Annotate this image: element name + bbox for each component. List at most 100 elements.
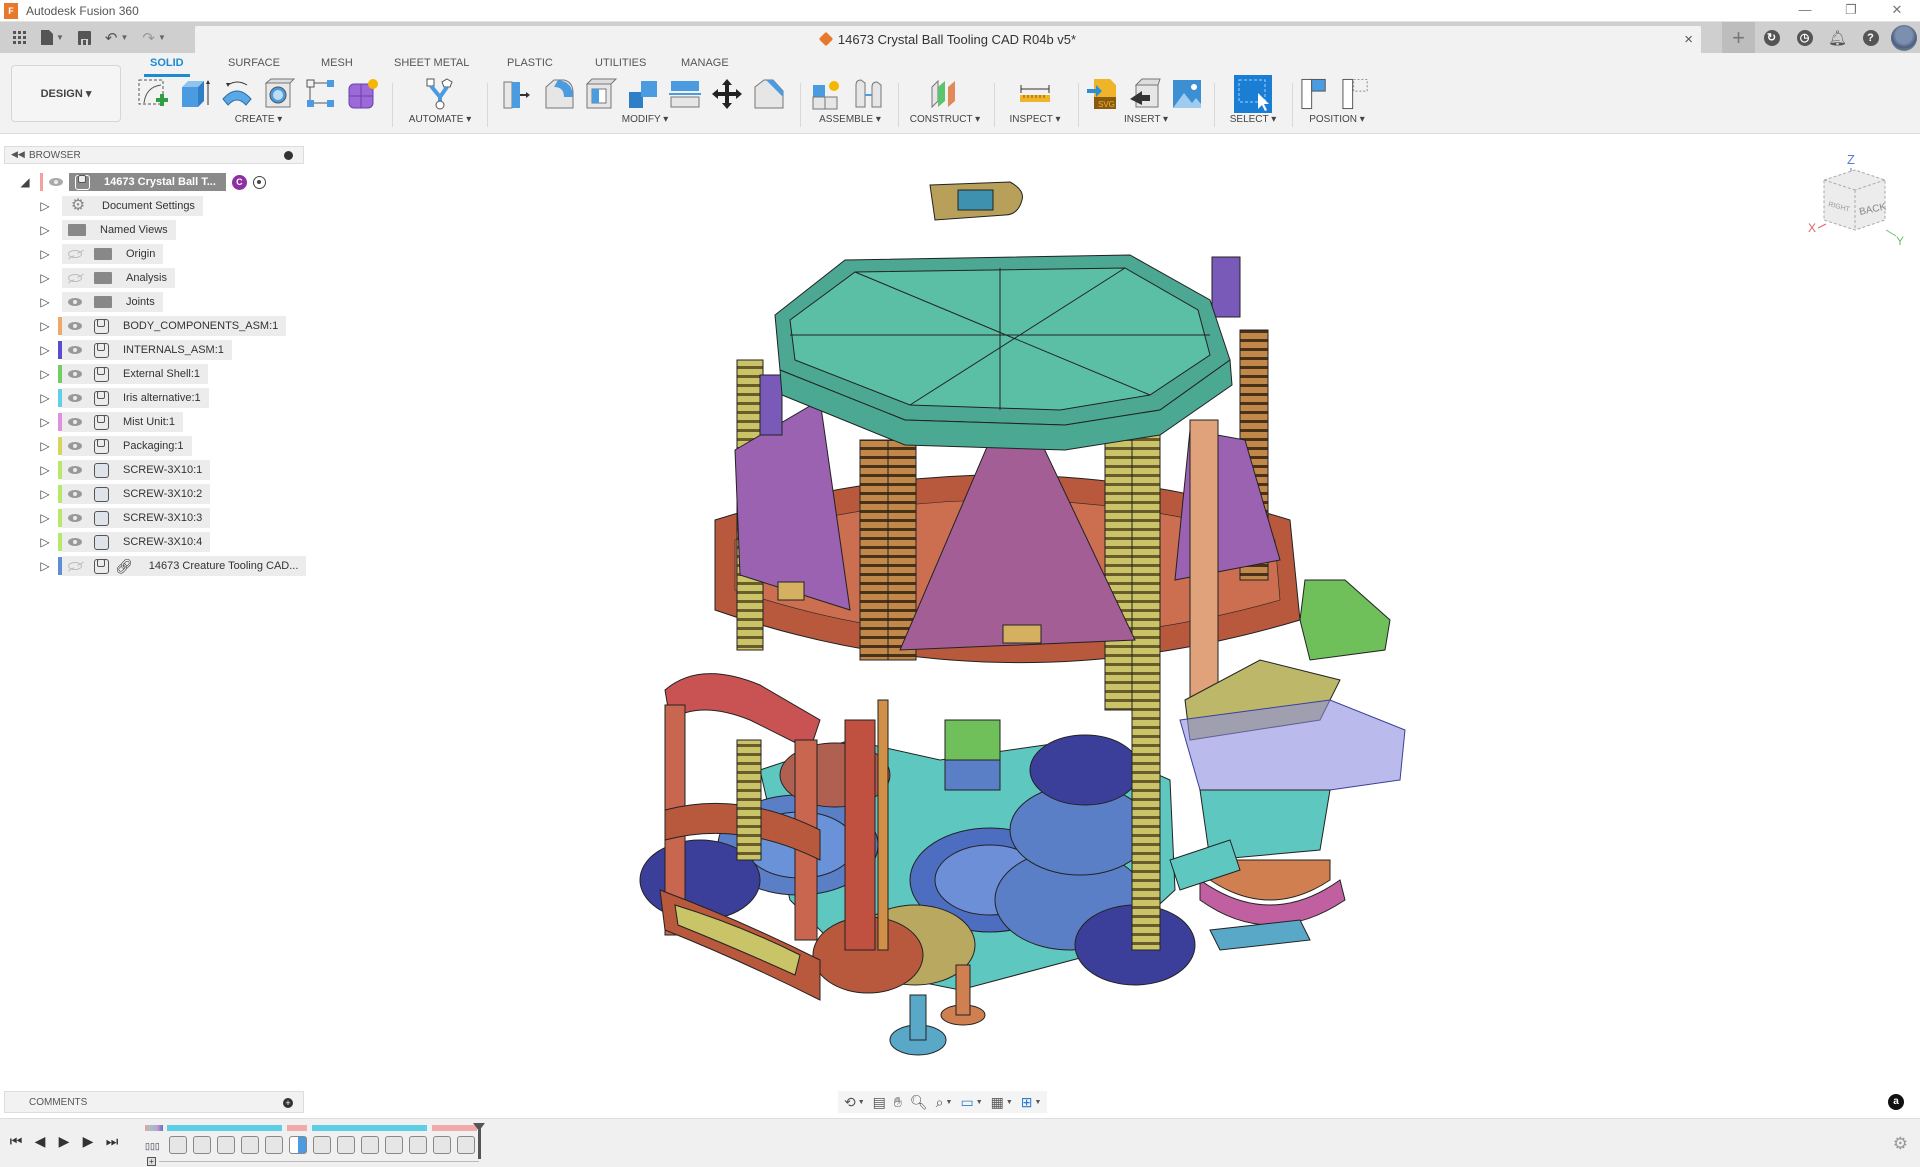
browser-item[interactable]: ▷ Joints bbox=[38, 292, 163, 312]
visibility-eye-icon[interactable] bbox=[68, 322, 82, 330]
visibility-eye-icon[interactable] bbox=[68, 442, 82, 450]
move-copy-icon[interactable] bbox=[710, 77, 744, 111]
hole-icon[interactable] bbox=[262, 77, 296, 111]
chamfer-icon[interactable] bbox=[752, 77, 786, 111]
canvas-viewport[interactable]: Z BACK RIGHT X Y bbox=[0, 135, 1920, 1080]
job-status-button[interactable]: ◷ bbox=[1788, 22, 1821, 53]
collapse-triangle-icon[interactable]: ◢ bbox=[18, 175, 32, 189]
timeline-feature-motion-link[interactable] bbox=[313, 1136, 331, 1154]
assembly-model[interactable] bbox=[0, 135, 1920, 1080]
press-pull-icon[interactable] bbox=[500, 77, 534, 111]
insert-derive-icon[interactable] bbox=[1128, 77, 1162, 111]
browser-item[interactable]: ▷ Packaging:1 bbox=[38, 436, 192, 456]
new-tab-button[interactable]: + bbox=[1722, 22, 1755, 53]
help-button[interactable]: ? bbox=[1854, 22, 1887, 53]
expand-triangle-icon[interactable]: ▷ bbox=[38, 463, 52, 477]
visibility-eye-icon[interactable] bbox=[68, 394, 82, 402]
step-back-button[interactable]: ◀ bbox=[32, 1133, 48, 1150]
timeline-feature-joint[interactable] bbox=[169, 1136, 187, 1154]
close-document-button[interactable]: × bbox=[1684, 31, 1693, 48]
select-icon[interactable] bbox=[1234, 75, 1272, 113]
zoom-button[interactable]: 🔍︎ bbox=[908, 1092, 930, 1112]
expand-triangle-icon[interactable]: ▷ bbox=[38, 439, 52, 453]
visibility-eye-icon[interactable] bbox=[68, 298, 82, 306]
expand-timeline-button[interactable]: + bbox=[147, 1157, 156, 1166]
timeline-feature-joint[interactable] bbox=[265, 1136, 283, 1154]
expand-triangle-icon[interactable]: ▷ bbox=[38, 391, 52, 405]
save-button[interactable] bbox=[73, 27, 96, 49]
tab-mesh[interactable]: MESH bbox=[321, 57, 353, 69]
browser-item[interactable]: ▷ ⚙ Document Settings bbox=[38, 196, 203, 216]
browser-item[interactable]: ▷ SCREW-3X10:1 bbox=[38, 460, 211, 480]
timeline-feature-rigid-group[interactable] bbox=[457, 1136, 475, 1154]
visibility-eye-icon[interactable] bbox=[68, 490, 82, 498]
create-form-icon[interactable] bbox=[346, 77, 380, 111]
timeline-group-bar[interactable] bbox=[432, 1125, 477, 1131]
visibility-eye-icon[interactable] bbox=[49, 178, 63, 186]
go-to-start-button[interactable]: ⏮ bbox=[8, 1133, 24, 1150]
construct-menu[interactable]: CONSTRUCT ▾ bbox=[905, 114, 985, 125]
fillet-icon[interactable] bbox=[542, 77, 576, 111]
timeline-settings-icon[interactable]: ⚙ bbox=[1893, 1134, 1908, 1154]
grid-snaps-button[interactable]: ▦ ▼ bbox=[989, 1092, 1015, 1112]
revolve-icon[interactable] bbox=[220, 77, 254, 111]
hidden-eye-icon[interactable] bbox=[68, 274, 82, 282]
timeline-feature-group[interactable]: ▯▯▯ bbox=[145, 1136, 163, 1154]
capture-position-icon[interactable] bbox=[1300, 77, 1333, 111]
insert-menu[interactable]: INSERT ▾ bbox=[1086, 114, 1206, 125]
browser-item[interactable]: ▷ Mist Unit:1 bbox=[38, 412, 183, 432]
browser-item[interactable]: ▷ Origin bbox=[38, 244, 164, 264]
timeline-group-bar[interactable] bbox=[167, 1125, 282, 1131]
timeline-group-bar[interactable] bbox=[312, 1125, 427, 1131]
browser-item[interactable]: ▷ Named Views bbox=[38, 220, 176, 240]
expand-triangle-icon[interactable]: ▷ bbox=[38, 319, 52, 333]
browser-item[interactable]: ▷ Iris alternative:1 bbox=[38, 388, 209, 408]
split-body-icon[interactable] bbox=[668, 77, 702, 111]
measure-icon[interactable] bbox=[1018, 77, 1052, 111]
position-menu[interactable]: POSITION ▾ bbox=[1300, 114, 1374, 125]
revert-position-icon[interactable] bbox=[1341, 77, 1374, 111]
automate-menu[interactable]: AUTOMATE ▾ bbox=[405, 114, 475, 125]
combine-icon[interactable] bbox=[626, 77, 660, 111]
timeline-group-bar[interactable] bbox=[287, 1125, 307, 1131]
create-sketch-icon[interactable] bbox=[136, 77, 170, 111]
tab-sheet-metal[interactable]: SHEET METAL bbox=[394, 57, 469, 69]
right-rod[interactable] bbox=[1189, 419, 1219, 711]
timeline-feature-motion-link[interactable] bbox=[385, 1136, 403, 1154]
tab-solid[interactable]: SOLID bbox=[144, 57, 190, 77]
fit-button[interactable]: ⌕ ▼ bbox=[934, 1092, 955, 1112]
tab-plastic[interactable]: PLASTIC bbox=[507, 57, 553, 69]
expand-triangle-icon[interactable]: ▷ bbox=[38, 271, 52, 285]
collapse-browser-button[interactable]: ◀◀ bbox=[11, 149, 25, 160]
visibility-eye-icon[interactable] bbox=[68, 370, 82, 378]
visibility-eye-icon[interactable] bbox=[68, 514, 82, 522]
display-settings-button[interactable]: ▭ ▼ bbox=[958, 1092, 984, 1112]
assemble-menu[interactable]: ASSEMBLE ▾ bbox=[810, 114, 890, 125]
visibility-eye-icon[interactable] bbox=[68, 538, 82, 546]
orbit-button[interactable]: ⟲ ▼ bbox=[842, 1092, 867, 1112]
close-window-button[interactable]: ✕ bbox=[1874, 0, 1920, 22]
visibility-eye-icon[interactable] bbox=[68, 418, 82, 426]
restore-button[interactable]: ❐ bbox=[1828, 0, 1874, 22]
expand-triangle-icon[interactable]: ▷ bbox=[38, 535, 52, 549]
workspace-switcher[interactable]: DESIGN ▾ bbox=[11, 65, 121, 122]
look-at-button[interactable]: ▤ bbox=[871, 1092, 888, 1112]
file-menu-button[interactable]: ▼ bbox=[36, 27, 69, 49]
pan-button[interactable]: ✋︎ bbox=[892, 1092, 904, 1112]
hidden-eye-icon[interactable] bbox=[68, 250, 82, 258]
visibility-eye-icon[interactable] bbox=[68, 466, 82, 474]
play-button[interactable]: ▶ bbox=[56, 1133, 72, 1150]
expand-triangle-icon[interactable]: ▷ bbox=[38, 199, 52, 213]
tab-manage[interactable]: MANAGE bbox=[681, 57, 729, 69]
undo-button[interactable]: ↶ ▼ bbox=[100, 27, 134, 49]
browser-item[interactable]: ▷ BODY_COMPONENTS_ASM:1 bbox=[38, 316, 287, 336]
timeline-feature-capture-position[interactable] bbox=[289, 1136, 307, 1154]
timeline-marker[interactable] bbox=[473, 1123, 485, 1159]
timeline-track[interactable]: ▯▯▯ + bbox=[145, 1125, 485, 1166]
minimize-button[interactable]: — bbox=[1782, 0, 1828, 22]
top-plate[interactable] bbox=[774, 254, 1233, 451]
browser-item[interactable]: ▷ SCREW-3X10:4 bbox=[38, 532, 211, 552]
timeline-feature-joint[interactable] bbox=[217, 1136, 235, 1154]
create-menu[interactable]: CREATE ▾ bbox=[136, 114, 381, 125]
redo-button[interactable]: ↷ ▼ bbox=[137, 27, 171, 49]
